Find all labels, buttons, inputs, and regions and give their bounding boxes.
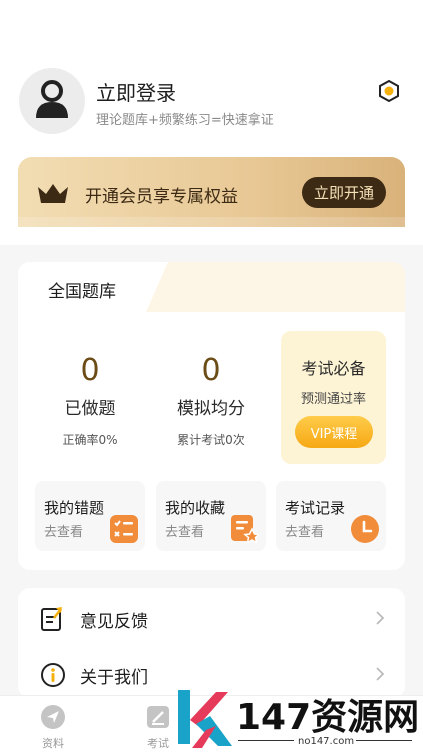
nav-label: 资料	[42, 737, 64, 750]
accuracy-text: 正确率0%	[62, 433, 118, 447]
question-bank-card: 全国题库 0 已做题 正确率0% 0 模拟均分 累计考试0次 考试必备 预测通过…	[18, 262, 405, 570]
wrong-questions-tile[interactable]: 我的错题 去查看	[35, 481, 145, 551]
favorite-doc-icon	[231, 515, 259, 543]
menu-item-label: 意见反馈	[80, 612, 148, 632]
exam-icon	[147, 706, 169, 728]
watermark-text: 147资源网	[236, 697, 420, 738]
watermark-line	[238, 740, 294, 741]
login-subtitle: 理论题库+频繁练习=快速拿证	[96, 113, 274, 128]
settings-icon[interactable]	[377, 79, 401, 103]
chevron-right-icon	[376, 667, 385, 681]
exam-essentials-title: 考试必备	[301, 359, 366, 378]
settings-menu: 意见反馈 关于我们	[18, 588, 405, 698]
tile-title: 考试记录	[285, 499, 346, 517]
menu-item-feedback[interactable]: 意见反馈	[18, 590, 405, 646]
exam-count-text: 累计考试0次	[177, 433, 245, 447]
exam-records-tile[interactable]: 考试记录 去查看	[276, 481, 386, 551]
exam-essentials-box[interactable]: 考试必备 预测通过率 VIP课程	[281, 331, 386, 464]
crown-icon	[38, 184, 68, 203]
watermark-line	[356, 740, 412, 741]
vip-banner[interactable]: 开通会员享专属权益 立即开通	[18, 157, 405, 227]
tile-title: 我的错题	[44, 499, 105, 517]
done-label: 已做题	[64, 399, 116, 419]
tile-subtitle: 去查看	[165, 525, 205, 540]
menu-item-label: 关于我们	[80, 668, 148, 688]
compass-icon	[41, 705, 65, 729]
tile-subtitle: 去查看	[285, 525, 325, 540]
vip-course-button[interactable]: VIP课程	[295, 416, 373, 448]
mock-score-stat[interactable]: 0 模拟均分 累计考试0次	[161, 353, 261, 448]
mock-score-label: 模拟均分	[177, 399, 245, 419]
avatar[interactable]	[19, 68, 85, 134]
done-count: 0	[80, 353, 100, 388]
done-questions-stat[interactable]: 0 已做题 正确率0%	[40, 353, 140, 448]
chevron-right-icon	[376, 611, 385, 625]
nav-item-materials[interactable]: 资料	[13, 696, 93, 753]
tile-subtitle: 去查看	[44, 525, 84, 540]
open-vip-button[interactable]: 立即开通	[302, 177, 386, 208]
mock-score: 0	[201, 353, 221, 388]
watermark-url: no147.com	[298, 736, 355, 747]
clock-icon	[351, 515, 379, 543]
tile-title: 我的收藏	[165, 499, 226, 517]
vip-banner-text: 开通会员享专属权益	[85, 187, 238, 207]
watermark-k-icon	[178, 690, 232, 748]
wrong-list-icon	[110, 515, 138, 543]
tab-national-bank-label: 全国题库	[48, 282, 116, 302]
feedback-icon	[41, 607, 62, 631]
info-icon	[41, 663, 65, 687]
pass-rate-label: 预测通过率	[300, 392, 366, 407]
favorites-tile[interactable]: 我的收藏 去查看	[156, 481, 266, 551]
watermark-logo: 147资源网 no147.com	[170, 684, 423, 752]
login-title[interactable]: 立即登录	[96, 77, 176, 106]
user-icon	[36, 80, 68, 118]
